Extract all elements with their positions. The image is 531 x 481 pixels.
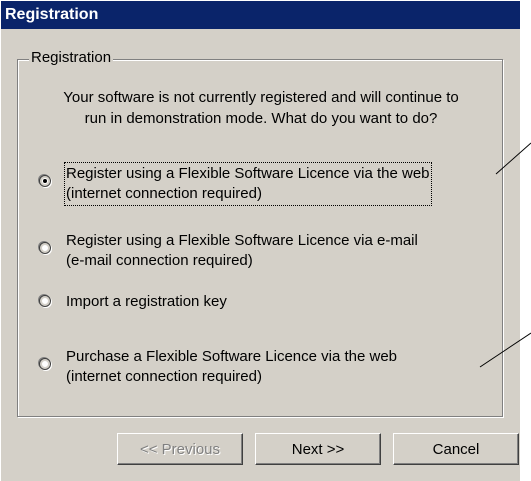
radio-purchase-web[interactable] bbox=[39, 358, 51, 370]
option-register-web[interactable]: Register using a Flexible Software Licen… bbox=[39, 162, 432, 206]
option-register-web-line2: (internet connection required) bbox=[66, 185, 262, 202]
window-title: Registration bbox=[1, 1, 521, 29]
option-register-email-line1: Register using a Flexible Software Licen… bbox=[66, 232, 418, 249]
option-register-email[interactable]: Register using a Flexible Software Licen… bbox=[39, 231, 418, 271]
next-button[interactable]: Next >> bbox=[255, 433, 381, 465]
intro-line-1: Your software is not currently registere… bbox=[63, 89, 459, 106]
radio-register-email[interactable] bbox=[39, 242, 51, 254]
option-register-web-label[interactable]: Register using a Flexible Software Licen… bbox=[64, 162, 432, 206]
window-right-edge bbox=[520, 0, 531, 481]
cancel-button[interactable]: Cancel bbox=[393, 433, 519, 465]
radio-register-web[interactable] bbox=[39, 175, 51, 187]
option-import-key-label[interactable]: Import a registration key bbox=[66, 292, 227, 312]
option-register-email-label[interactable]: Register using a Flexible Software Licen… bbox=[66, 231, 418, 271]
option-import-key[interactable]: Import a registration key bbox=[39, 292, 227, 312]
option-purchase-web[interactable]: Purchase a Flexible Software Licence via… bbox=[39, 347, 397, 387]
option-register-email-line2: (e-mail connection required) bbox=[66, 252, 253, 269]
groupbox-legend: Registration bbox=[29, 49, 114, 67]
radio-import-key[interactable] bbox=[39, 295, 51, 307]
option-purchase-web-line2: (internet connection required) bbox=[66, 368, 262, 385]
intro-text: Your software is not currently registere… bbox=[21, 87, 501, 129]
option-register-web-line1: Register using a Flexible Software Licen… bbox=[66, 165, 430, 182]
intro-line-2: run in demonstration mode. What do you w… bbox=[84, 110, 438, 127]
previous-button[interactable]: << Previous bbox=[117, 433, 243, 465]
registration-dialog: Registration Registration Your software … bbox=[0, 0, 521, 481]
option-purchase-web-label[interactable]: Purchase a Flexible Software Licence via… bbox=[66, 347, 397, 387]
option-purchase-web-line1: Purchase a Flexible Software Licence via… bbox=[66, 348, 398, 365]
